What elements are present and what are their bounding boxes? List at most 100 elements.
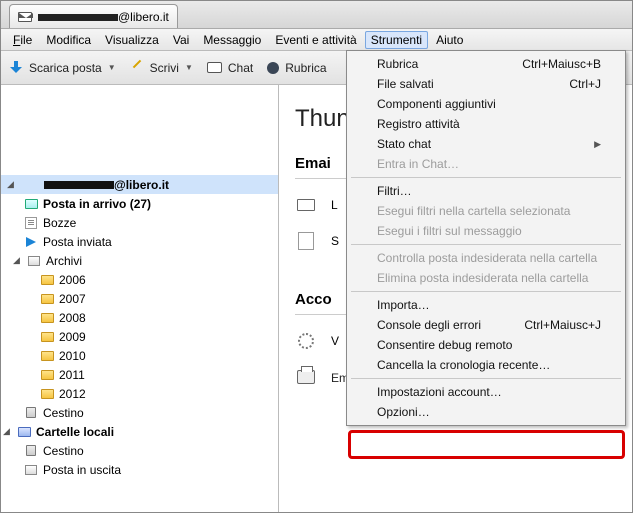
local-trash-label: Cestino xyxy=(43,444,84,458)
menu-aiuto[interactable]: Aiuto xyxy=(430,31,469,49)
menu-item-debug[interactable]: Consentire debug remoto xyxy=(349,335,623,355)
account-tab[interactable]: @libero.it xyxy=(9,4,178,28)
local-trash-node[interactable]: Cestino xyxy=(1,441,278,460)
archives-node[interactable]: ◢ Archivi xyxy=(1,251,278,270)
sent-label: Posta inviata xyxy=(43,235,112,249)
chevron-down-icon: ▼ xyxy=(185,63,193,72)
inbox-node[interactable]: Posta in arrivo (27) xyxy=(1,194,278,213)
archive-year-2007[interactable]: 2007 xyxy=(1,289,278,308)
drafts-icon xyxy=(25,217,37,229)
folder-tree: ◢ @libero.it Posta in arrivo (27) Bozze … xyxy=(1,85,279,512)
folder-icon xyxy=(41,332,54,342)
chevron-down-icon: ▼ xyxy=(108,63,116,72)
archives-label: Archivi xyxy=(46,254,82,268)
menu-item-cronologia[interactable]: Cancella la cronologia recente… xyxy=(349,355,623,375)
menu-item-file-salvati[interactable]: File salvatiCtrl+J xyxy=(349,74,623,94)
sent-icon xyxy=(26,237,36,247)
twisty-icon[interactable]: ◢ xyxy=(11,255,22,266)
year-label: 2006 xyxy=(59,273,86,287)
archive-icon xyxy=(28,256,40,266)
account-node[interactable]: ◢ @libero.it xyxy=(1,175,278,194)
year-label: 2012 xyxy=(59,387,86,401)
menu-item-rubrica[interactable]: RubricaCtrl+Maiusc+B xyxy=(349,54,623,74)
menu-modifica[interactable]: Modifica xyxy=(40,31,97,49)
chat-icon xyxy=(207,62,222,73)
folder-icon xyxy=(41,351,54,361)
menu-item-impostazioni[interactable]: Impostazioni account… xyxy=(349,382,623,402)
menu-item-stato-chat[interactable]: Stato chat▶ xyxy=(349,134,623,154)
menu-separator xyxy=(351,244,621,245)
menu-vai[interactable]: Vai xyxy=(167,31,195,49)
twisty-icon[interactable]: ◢ xyxy=(5,179,16,190)
folder-icon xyxy=(41,313,54,323)
pencil-icon xyxy=(130,61,144,75)
folder-icon xyxy=(41,370,54,380)
archive-year-2009[interactable]: 2009 xyxy=(1,327,278,346)
menu-item-elimina: Elimina posta indesiderata nella cartell… xyxy=(349,268,623,288)
note-icon xyxy=(298,232,314,250)
year-label: 2009 xyxy=(59,330,86,344)
write-button[interactable]: Scrivi▼ xyxy=(130,61,193,75)
folder-icon xyxy=(41,294,54,304)
outbox-icon xyxy=(25,465,37,475)
gear-icon xyxy=(298,333,314,349)
local-folders-node[interactable]: ◢Cartelle locali xyxy=(1,422,278,441)
row-read-label: L xyxy=(331,198,338,212)
archive-year-2012[interactable]: 2012 xyxy=(1,384,278,403)
menu-item-console[interactable]: Console degli erroriCtrl+Maiusc+J xyxy=(349,315,623,335)
addressbook-button[interactable]: Rubrica xyxy=(267,61,326,75)
menu-strumenti[interactable]: Strumenti xyxy=(365,31,428,49)
download-icon xyxy=(9,61,23,75)
year-label: 2010 xyxy=(59,349,86,363)
menu-item-opzioni[interactable]: Opzioni… xyxy=(349,402,623,422)
title-bar: @libero.it xyxy=(1,1,632,29)
menu-file[interactable]: File xyxy=(7,31,38,49)
menu-separator xyxy=(351,177,621,178)
year-label: 2007 xyxy=(59,292,86,306)
drafts-label: Bozze xyxy=(43,216,76,230)
row-write-label: S xyxy=(331,234,339,248)
shortcut: Ctrl+Maiusc+B xyxy=(522,57,601,71)
year-label: 2008 xyxy=(59,311,86,325)
chat-button[interactable]: Chat xyxy=(207,61,253,75)
menu-bar: File Modifica Visualizza Vai Messaggio E… xyxy=(1,29,632,51)
menu-item-importa[interactable]: Importa… xyxy=(349,295,623,315)
menu-item-controlla: Controlla posta indesiderata nella carte… xyxy=(349,248,623,268)
menu-item-componenti[interactable]: Componenti aggiuntivi xyxy=(349,94,623,114)
outbox-node[interactable]: Posta in uscita xyxy=(1,460,278,479)
menu-separator xyxy=(351,378,621,379)
folder-icon xyxy=(41,275,54,285)
archive-year-2011[interactable]: 2011 xyxy=(1,365,278,384)
inbox-label: Posta in arrivo (27) xyxy=(43,197,151,211)
drafts-node[interactable]: Bozze xyxy=(1,213,278,232)
mail-icon xyxy=(22,178,38,192)
folder-icon xyxy=(41,389,54,399)
year-label: 2011 xyxy=(59,368,85,382)
menu-item-esegui-msg: Esegui i filtri sul messaggio xyxy=(349,221,623,241)
menu-visualizza[interactable]: Visualizza xyxy=(99,31,165,49)
archive-year-2006[interactable]: 2006 xyxy=(1,270,278,289)
twisty-icon[interactable]: ◢ xyxy=(1,426,12,437)
row-view-label: V xyxy=(331,334,339,348)
menu-item-filtri[interactable]: Filtri… xyxy=(349,181,623,201)
get-mail-button[interactable]: Scarica posta▼ xyxy=(9,61,116,75)
menu-messaggio[interactable]: Messaggio xyxy=(197,31,267,49)
outbox-label: Posta in uscita xyxy=(43,463,121,477)
menu-separator xyxy=(351,291,621,292)
trash-icon xyxy=(26,407,36,418)
menu-item-registro[interactable]: Registro attività xyxy=(349,114,623,134)
archive-year-2008[interactable]: 2008 xyxy=(1,308,278,327)
inbox-icon xyxy=(25,199,38,209)
menu-item-esegui-cartella: Esegui filtri nella cartella selezionata xyxy=(349,201,623,221)
archive-year-2010[interactable]: 2010 xyxy=(1,346,278,365)
submenu-arrow-icon: ▶ xyxy=(594,139,601,150)
trash-icon xyxy=(26,445,36,456)
trash-node[interactable]: Cestino xyxy=(1,403,278,422)
sent-node[interactable]: Posta inviata xyxy=(1,232,278,251)
local-icon xyxy=(18,427,31,437)
tab-redacted: @libero.it xyxy=(38,10,169,24)
account-label: @libero.it xyxy=(44,178,169,192)
person-icon xyxy=(267,62,279,74)
menu-eventi[interactable]: Eventi e attività xyxy=(269,31,362,49)
create-icon xyxy=(297,370,315,384)
